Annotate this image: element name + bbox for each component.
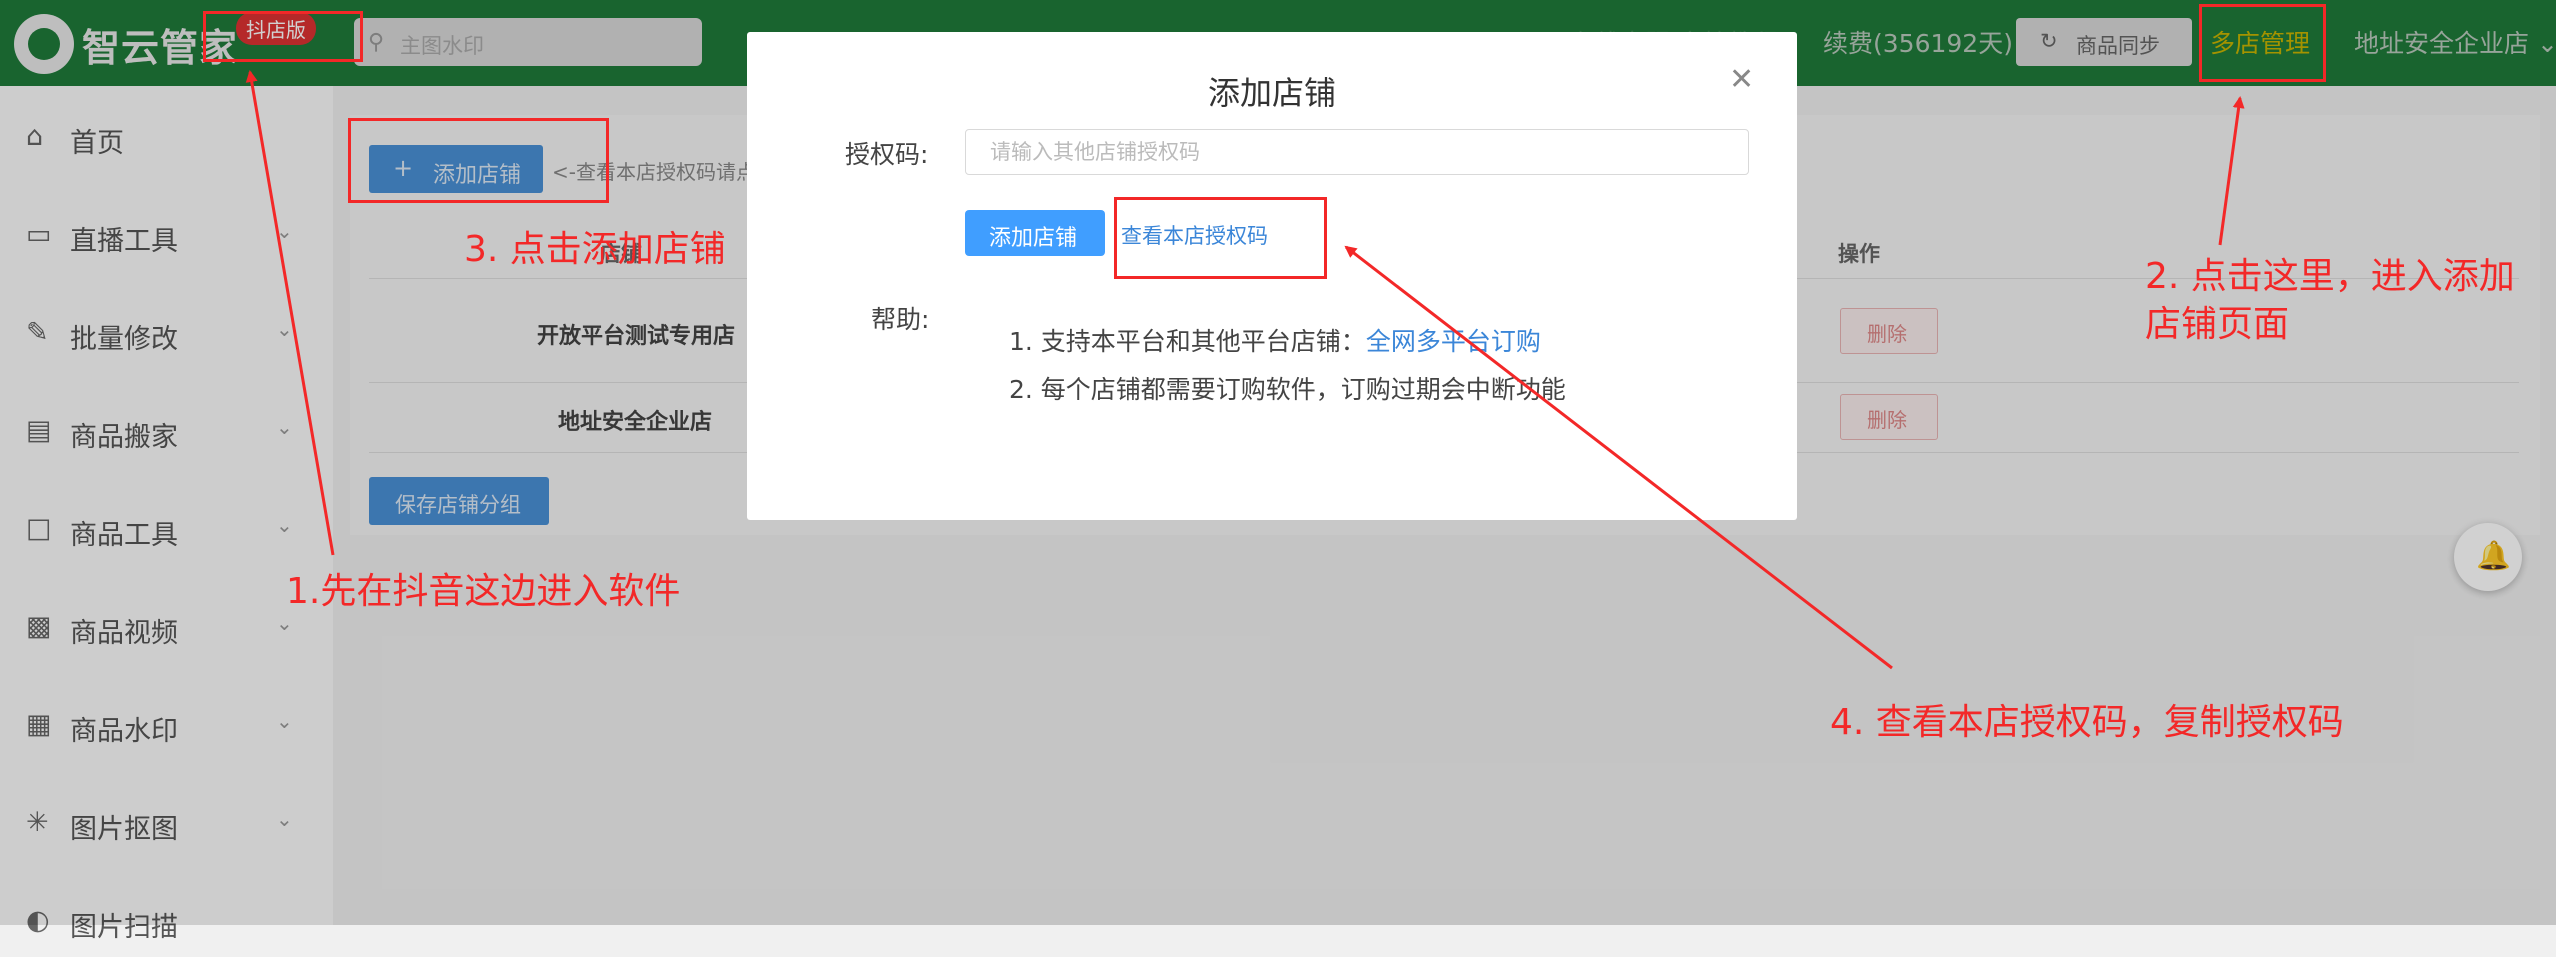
- annotation-step-1: 1.先在抖音这边进入软件: [286, 571, 681, 612]
- arrow-to-edition: [245, 70, 335, 556]
- annotation-step-2-line2: 店铺页面: [2145, 304, 2290, 345]
- arrow-to-view-code: [1344, 245, 1893, 670]
- annotation-step-3: 3. 点击添加店铺: [464, 229, 726, 270]
- annotation-step-4: 4. 查看本店授权码，复制授权码: [1830, 702, 2344, 743]
- arrow-to-multi-shop: [2218, 96, 2245, 246]
- annotation-step-2-line1: 2. 点击这里，进入添加: [2145, 256, 2515, 297]
- annotation-arrows: [245, 70, 2245, 670]
